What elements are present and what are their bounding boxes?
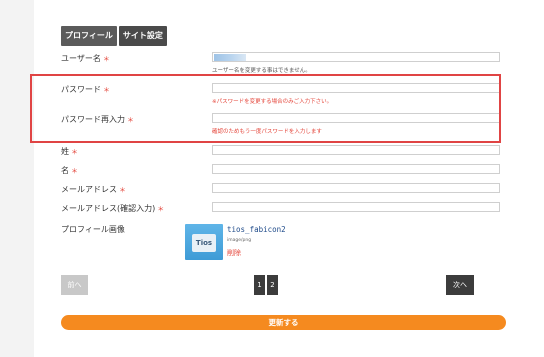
profile-form: プロフィール サイト設定 ユーザー名＊ ユーザー名を変更する事はできません。 パ… xyxy=(34,0,544,357)
profile-image-thumbnail[interactable]: Tios xyxy=(185,224,223,260)
page-1-button[interactable]: 1 xyxy=(254,275,265,295)
last-name-label: 姓＊ xyxy=(61,147,78,156)
password-highlight-box xyxy=(30,74,501,143)
update-button[interactable]: 更新する xyxy=(61,315,506,330)
email-input[interactable] xyxy=(212,183,500,193)
profile-image-label: プロフィール画像 xyxy=(61,225,125,234)
first-name-label: 名＊ xyxy=(61,166,78,175)
tab-site-settings[interactable]: サイト設定 xyxy=(118,26,167,46)
last-name-input[interactable] xyxy=(212,145,500,155)
prev-button[interactable]: 前へ xyxy=(61,275,88,295)
email-confirm-input[interactable] xyxy=(212,202,500,212)
username-hint: ユーザー名を変更する事はできません。 xyxy=(212,68,311,74)
required-mark: ＊ xyxy=(71,148,78,156)
required-mark: ＊ xyxy=(102,55,110,63)
delete-image-link[interactable]: 削除 xyxy=(227,248,241,258)
page-2-button[interactable]: 2 xyxy=(267,275,278,295)
required-mark: ＊ xyxy=(71,167,78,175)
first-name-input[interactable] xyxy=(212,164,500,174)
thumbnail-logo: Tios xyxy=(192,234,216,252)
profile-image-filename: tios_fabicon2 xyxy=(227,225,286,234)
tab-bar: プロフィール サイト設定 xyxy=(61,26,167,46)
tab-profile[interactable]: プロフィール xyxy=(61,26,117,46)
blurred-username xyxy=(214,54,246,61)
profile-image-filetype: image/png xyxy=(227,238,252,243)
next-button[interactable]: 次へ xyxy=(446,275,474,295)
required-mark: ＊ xyxy=(119,186,126,194)
email-confirm-label: メールアドレス(確認入力) ＊ xyxy=(61,204,165,213)
email-label: メールアドレス＊ xyxy=(61,185,126,194)
page-numbers: 1 2 xyxy=(254,275,278,295)
left-gutter xyxy=(0,0,34,357)
username-field xyxy=(212,52,500,62)
required-mark: ＊ xyxy=(157,205,165,213)
username-label: ユーザー名＊ xyxy=(61,54,110,63)
